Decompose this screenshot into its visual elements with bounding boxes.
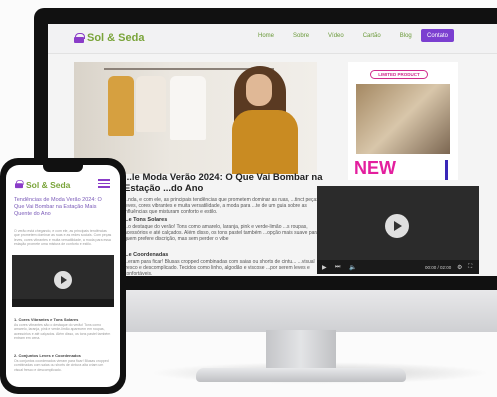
play-small-icon[interactable]: ▶	[322, 264, 327, 271]
contact-button[interactable]: Contato	[421, 29, 454, 42]
article-intro: ...nda, e com ele, as principais tendênc…	[124, 197, 319, 215]
ad-headline: NEW	[354, 158, 396, 178]
shopping-bag-icon	[74, 32, 85, 44]
nav-link-video[interactable]: Vídeo	[328, 33, 344, 39]
ad-badge: LIMITED PRODUCT	[370, 70, 428, 79]
model-face	[246, 74, 272, 106]
monitor-stand-neck	[266, 330, 336, 372]
phone-video-controls	[12, 299, 114, 307]
section-text: ...eram para ficar! Blusas cropped combi…	[124, 259, 315, 276]
garment	[136, 76, 166, 132]
phone-video-player[interactable]	[12, 255, 114, 307]
device-mockup-scene: Sol & Seda Home Sobre Vídeo Cartão Blog …	[0, 0, 497, 397]
video-time: 00:00 / 02:00	[425, 265, 452, 270]
ad-banner[interactable]: LIMITED PRODUCT NEW	[348, 62, 458, 180]
garment	[170, 76, 206, 140]
desktop-logo-text: Sol & Seda	[87, 32, 145, 44]
ad-accent-bar	[445, 160, 448, 180]
section-heading: ...e Coordenadas	[124, 252, 169, 258]
nav-link-sobre[interactable]: Sobre	[293, 33, 309, 39]
garment	[108, 76, 134, 136]
desktop-logo[interactable]: Sol & Seda	[74, 32, 144, 44]
desktop-video-player[interactable]: ▶ ⏭ 🔈 00:00 / 02:00 ⚙ ⛶	[317, 186, 479, 274]
video-controls: ▶ ⏭ 🔈 00:00 / 02:00 ⚙ ⛶	[317, 260, 479, 274]
phone-section-heading: 1. Cores Vibrantes e Tons Solares	[14, 317, 79, 322]
settings-icon[interactable]: ⚙	[457, 264, 462, 271]
nav-link-blog[interactable]: Blog	[400, 33, 412, 39]
desktop-nav-links: Home Sobre Vídeo Cartão Blog	[258, 33, 412, 39]
section-heading: ...e Tons Solares	[124, 217, 168, 223]
phone-article-title: Tendências de Moda Verão 2024: O Que Vai…	[14, 197, 102, 217]
model-outfit	[232, 110, 298, 174]
phone-logo-text: Sol & Seda	[26, 179, 71, 190]
nav-link-home[interactable]: Home	[258, 33, 274, 39]
phone-section-heading: 2. Conjuntos Leves e Coordenados	[14, 353, 81, 358]
skip-icon[interactable]: ⏭	[335, 264, 340, 271]
play-icon[interactable]	[54, 271, 72, 289]
shopping-bag-icon	[15, 180, 24, 189]
phone-section-text: Os conjuntos coordenados vieram para fic…	[14, 359, 109, 372]
phone-notch	[43, 165, 83, 172]
article-title: ...le Moda Verão 2024: O Que Vai Bombar …	[124, 172, 323, 194]
phone-screen: Sol & Seda Tendências de Moda Verão 2024…	[6, 165, 120, 387]
phone-logo[interactable]: Sol & Seda	[14, 179, 70, 190]
phone-section-text: As cores vibrantes são o destaque do ver…	[14, 323, 111, 340]
volume-icon[interactable]: 🔈	[349, 264, 356, 271]
hamburger-menu-icon[interactable]	[98, 179, 110, 188]
monitor-stand-base	[196, 368, 406, 382]
nav-link-cartao[interactable]: Cartão	[363, 33, 381, 39]
fullscreen-icon[interactable]: ⛶	[468, 264, 472, 271]
desktop-navbar: Sol & Seda Home Sobre Vídeo Cartão Blog …	[48, 24, 497, 54]
section-text: ...o destaque do verão! Tons como amarel…	[124, 224, 319, 242]
play-icon[interactable]	[385, 214, 409, 238]
ad-product-photo	[356, 84, 450, 154]
mobile-phone: Sol & Seda Tendências de Moda Verão 2024…	[0, 158, 126, 394]
phone-article-intro: O verão está chegando, e com ele, as pri…	[14, 229, 112, 246]
